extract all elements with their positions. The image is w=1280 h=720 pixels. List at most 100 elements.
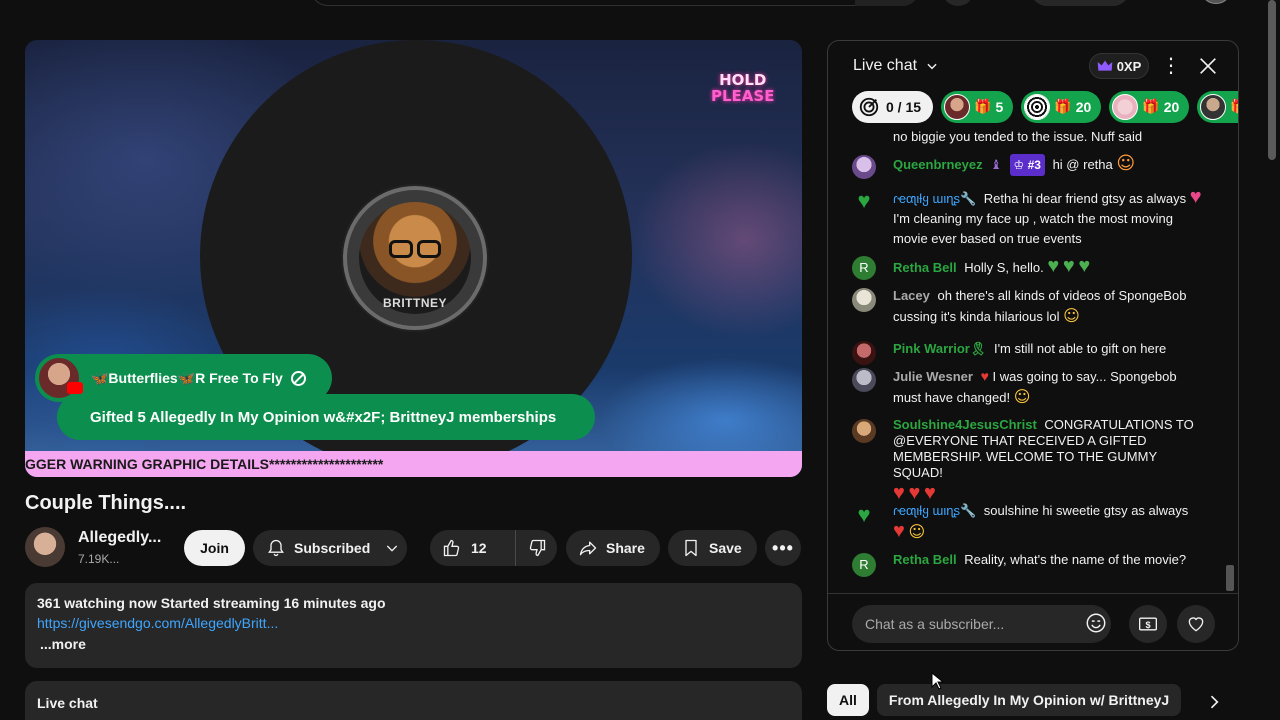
- gifter-pill[interactable]: 🎁 2: [1197, 91, 1238, 123]
- member-badge-icon: ♝: [990, 158, 1002, 173]
- chat-message[interactable]: Pink Warrior🎗 I'm still not able to gift…: [852, 339, 1202, 365]
- logo-text: BRITTNEY: [383, 296, 447, 310]
- green-heart-icon: ♥: [1062, 255, 1075, 277]
- red-heart-icon: ♥: [980, 368, 989, 384]
- dislike-button[interactable]: [516, 530, 557, 566]
- save-label: Save: [709, 540, 742, 556]
- author-name[interactable]: Lacey: [893, 288, 930, 303]
- author-avatar: [852, 341, 876, 365]
- leaderboard-rank: #3: [1027, 158, 1041, 172]
- share-button[interactable]: Share: [566, 530, 660, 566]
- close-icon[interactable]: [1197, 55, 1219, 77]
- search-box[interactable]: [310, 0, 920, 6]
- bell-icon: [268, 539, 284, 557]
- description-more-link[interactable]: ...more: [40, 636, 790, 652]
- chat-message[interactable]: Lacey oh there's all kinds of videos of …: [852, 286, 1202, 327]
- create-button[interactable]: [1030, 0, 1130, 6]
- share-label: Share: [606, 540, 645, 556]
- channel-logo: BRITTNEY: [343, 186, 487, 330]
- more-actions-button[interactable]: •••: [765, 530, 801, 566]
- thumbs-down-icon: [529, 539, 545, 557]
- channel-name[interactable]: Allegedly...: [78, 529, 161, 547]
- chat-title[interactable]: Live chat: [853, 57, 917, 75]
- red-heart-icon: ♥: [893, 520, 905, 542]
- author-name[interactable]: ɾҽαʅιƚყ ɯιɳʂ🔧: [893, 503, 976, 518]
- author-avatar: [852, 368, 876, 392]
- gift-alert-text: Gifted 5 Allegedly In My Opinion w&#x2F;…: [90, 408, 557, 426]
- subscriber-count: 7.19K...: [78, 552, 120, 566]
- glasses-right-icon: [417, 240, 441, 258]
- super-chat-icon: $: [1139, 617, 1157, 631]
- gifter-avatar: [944, 94, 971, 120]
- gift-icon: 🎁: [1142, 99, 1160, 115]
- gifter-pill[interactable]: 🎁 20: [1109, 91, 1190, 123]
- green-heart-icon: ♥: [1047, 255, 1060, 277]
- chat-message[interactable]: ♥ ɾҽαʅιƚყ ɯιɳʂ🔧 soulshine hi sweetie gts…: [852, 501, 1202, 543]
- gifter-pill[interactable]: 🎁 20: [1021, 91, 1102, 123]
- leaderboard-badge: ♔ #3: [1009, 154, 1045, 176]
- green-heart-avatar-icon: ♥: [857, 188, 871, 213]
- message-text: Holly S, hello.: [964, 260, 1044, 275]
- chat-message[interactable]: no biggie you tended to the issue. Nuff …: [852, 129, 1202, 145]
- author-name[interactable]: Julie Wesner: [893, 369, 973, 384]
- green-heart-icon: ♥: [1078, 255, 1091, 277]
- chat-menu-icon[interactable]: ⋮: [1161, 53, 1181, 79]
- love-face-emoji-icon: ☺: [1116, 153, 1136, 174]
- chat-message[interactable]: Julie Wesner ♥ I was going to say... Spo…: [852, 366, 1202, 408]
- chip-from-channel[interactable]: From Allegedly In My Opinion w/ Brittney…: [876, 684, 1182, 716]
- chevron-down-icon[interactable]: [925, 59, 939, 73]
- chat-message[interactable]: R Retha Bell Reality, what's the name of…: [852, 551, 1202, 577]
- emoji-picker-icon[interactable]: [1085, 612, 1107, 634]
- like-button[interactable]: 12: [430, 530, 516, 566]
- subscribed-button[interactable]: Subscribed: [253, 530, 407, 566]
- author-name[interactable]: Retha Bell: [893, 260, 957, 275]
- chat-message[interactable]: R Retha Bell Holly S, hello. ♥ ♥ ♥: [852, 254, 1202, 280]
- bookmark-icon: [685, 539, 697, 557]
- chevron-right-icon[interactable]: [1204, 692, 1224, 712]
- gift-leaderboard-row: 0 / 15 🎁 5 🎁 20 🎁 20 🎁 2: [852, 91, 1238, 123]
- page-scrollbar[interactable]: [1268, 0, 1276, 160]
- gifter-avatar: [1112, 94, 1139, 120]
- super-chat-button[interactable]: $: [1129, 605, 1167, 643]
- youtube-icon: [67, 382, 83, 394]
- save-button[interactable]: Save: [668, 530, 757, 566]
- hold-please-line1: HOLD: [719, 71, 767, 89]
- gift-count: 20: [1075, 99, 1092, 115]
- search-button[interactable]: [855, 0, 920, 6]
- gifter-pill[interactable]: 🎁 5: [941, 91, 1014, 123]
- author-name[interactable]: Queenbrneyez: [893, 157, 983, 172]
- xp-badge[interactable]: 0XP: [1089, 53, 1149, 79]
- description-link[interactable]: https://givesendgo.com/AllegedlyBritt...: [37, 615, 790, 631]
- chip-all[interactable]: All: [827, 684, 869, 716]
- like-chat-button[interactable]: [1177, 605, 1215, 643]
- gift-icon: 🎁: [1230, 99, 1238, 115]
- author-avatar: [852, 288, 876, 312]
- live-chat-panel: Live chat 0XP ⋮ 0 / 15 🎁 5 🎁 20 🎁 20 no …: [827, 40, 1239, 651]
- gift-goal-value: 0 / 15: [886, 99, 922, 115]
- chat-message[interactable]: Queenbrneyez ♝ ♔ #3 hi @ retha ☺: [852, 153, 1202, 179]
- channel-avatar[interactable]: [25, 527, 65, 567]
- gift-goal-pill[interactable]: 0 / 15: [852, 91, 934, 123]
- join-button[interactable]: Join: [184, 530, 245, 566]
- video-player[interactable]: BRITTNEY HOLD PLEASE Gifted 5 Allegedly …: [25, 40, 802, 477]
- message-text: hi @ retha: [1052, 157, 1113, 172]
- account-avatar[interactable]: [1200, 0, 1232, 4]
- author-name[interactable]: Retha Bell: [893, 552, 957, 567]
- chat-message[interactable]: Soulshine4JesusChrist CONGRATULATIONS TO…: [852, 417, 1202, 507]
- live-chat-section-header[interactable]: Live chat: [25, 681, 802, 720]
- message-text: oh there's all kinds of videos of Sponge…: [893, 288, 1187, 324]
- author-name[interactable]: Pink Warrior🎗: [893, 341, 986, 356]
- author-name[interactable]: ɾҽαʅιƚყ ɯιɳʂ🔧: [893, 191, 976, 206]
- chat-input[interactable]: Chat as a subscriber...: [852, 605, 1111, 643]
- author-name[interactable]: Soulshine4JesusChrist: [893, 417, 1037, 432]
- description-box[interactable]: 361 watching now Started streaming 16 mi…: [25, 583, 802, 668]
- voice-search-button[interactable]: [942, 0, 974, 6]
- grinning-emoji-icon: ☺: [1013, 387, 1031, 406]
- chat-scrollbar[interactable]: [1226, 565, 1234, 591]
- chevron-down-icon: [387, 545, 398, 552]
- chat-message[interactable]: ♥ ɾҽαʅιƚყ ɯιɳʂ🔧 Retha hi dear friend gts…: [852, 187, 1202, 249]
- heart-icon: [1188, 617, 1204, 632]
- author-avatar: [852, 419, 876, 443]
- subscribed-label: Subscribed: [294, 540, 371, 556]
- gifter-name: 🦋Butterflies🦋R Free To Fly: [91, 369, 283, 386]
